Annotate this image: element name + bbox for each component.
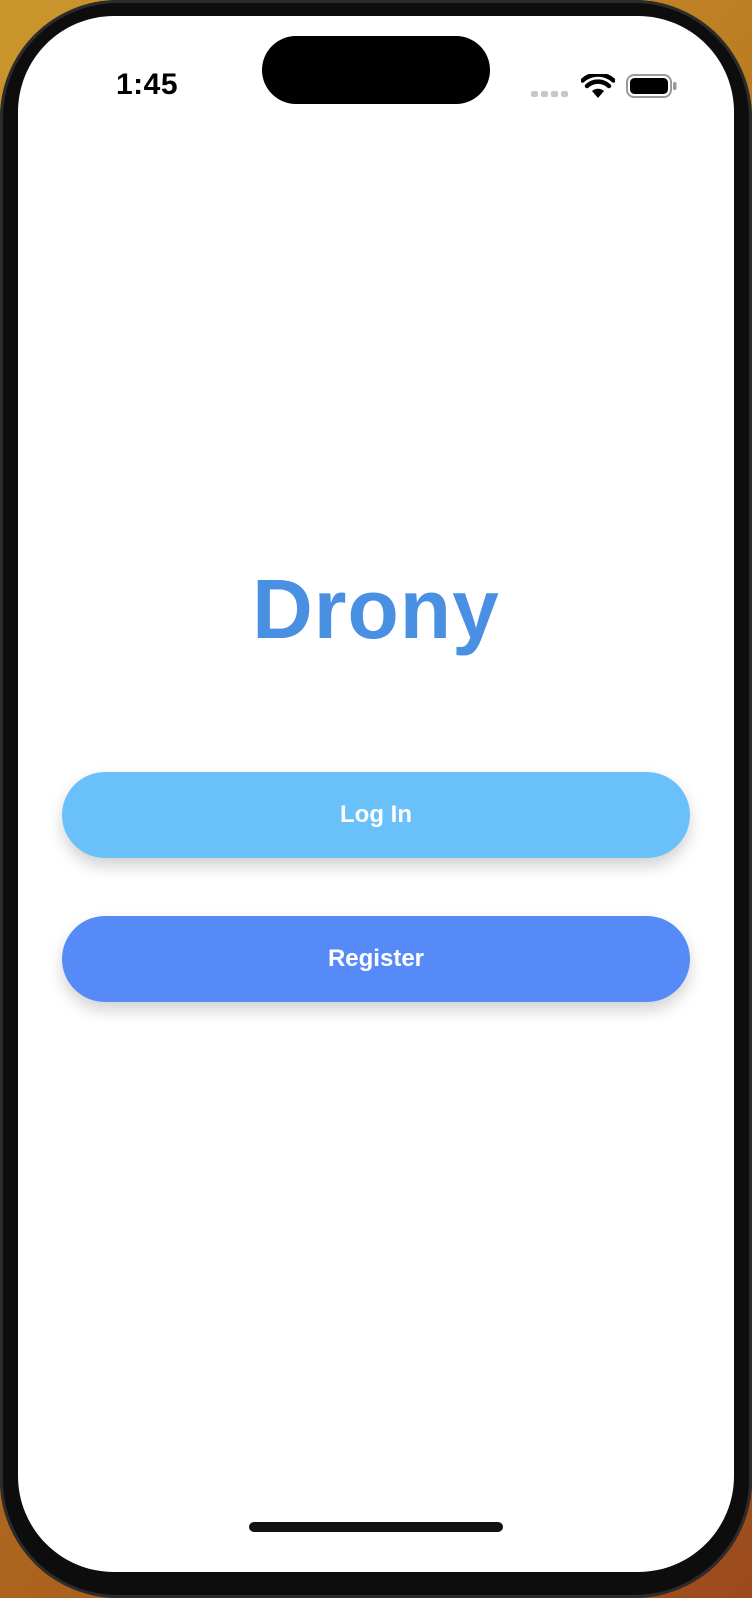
cellular-signal-icon	[531, 91, 568, 97]
wifi-icon	[581, 74, 615, 98]
login-button[interactable]: Log In	[62, 772, 690, 858]
register-button-label: Register	[327, 945, 425, 972]
status-bar-time: 1:45	[116, 68, 179, 101]
phone-frame: 1:45 Drony Log In Register	[0, 0, 752, 1598]
app-screen: 1:45 Drony Log In Register	[18, 16, 734, 1572]
app-title: Drony	[252, 562, 500, 656]
battery-icon	[626, 74, 677, 98]
home-indicator[interactable]	[249, 1522, 503, 1532]
dynamic-island	[262, 36, 490, 104]
login-button-label: Log In	[340, 801, 412, 828]
register-button[interactable]: Register	[62, 916, 690, 1002]
